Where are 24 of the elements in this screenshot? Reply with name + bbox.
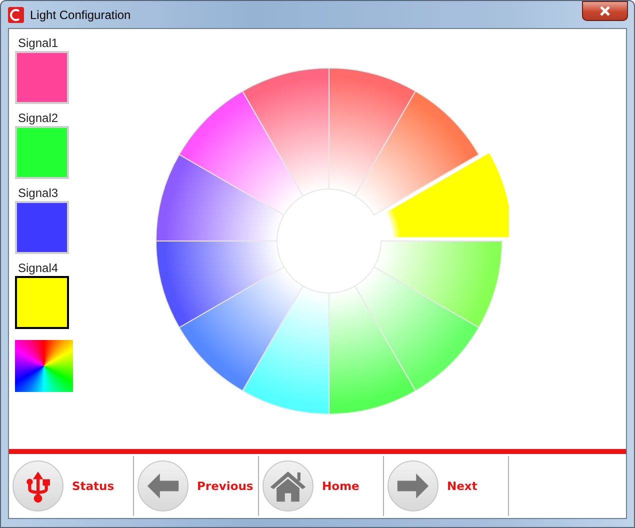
wheel-segment[interactable] xyxy=(242,68,330,196)
wheel-segment[interactable] xyxy=(178,266,304,392)
signal-label: Signal1 xyxy=(18,36,60,50)
signal-label: Signal4 xyxy=(18,261,60,275)
toolbar-button[interactable]: Next xyxy=(384,456,509,516)
toolbar-button[interactable]: Previous xyxy=(134,456,259,516)
toolbar-button[interactable]: Home xyxy=(259,456,384,516)
signal-swatch[interactable] xyxy=(15,276,69,329)
toolbar-button[interactable]: Status xyxy=(9,456,134,516)
wheel-segment[interactable] xyxy=(156,240,284,328)
close-button[interactable] xyxy=(582,0,628,20)
wheel-segment[interactable] xyxy=(242,286,330,414)
signal-label: Signal2 xyxy=(18,111,60,125)
app-logo-icon xyxy=(8,6,24,22)
wheel-segment[interactable] xyxy=(156,154,284,242)
wheel-segment[interactable] xyxy=(354,90,480,216)
wheel-segment[interactable] xyxy=(328,68,416,196)
signal-label: Signal3 xyxy=(18,186,60,200)
window-title: Light Configuration xyxy=(30,8,132,22)
usb-icon xyxy=(12,460,64,512)
close-icon xyxy=(599,6,611,16)
color-palette-swatch[interactable] xyxy=(15,340,73,392)
wheel-segment[interactable] xyxy=(178,90,304,216)
home-icon xyxy=(262,460,314,512)
